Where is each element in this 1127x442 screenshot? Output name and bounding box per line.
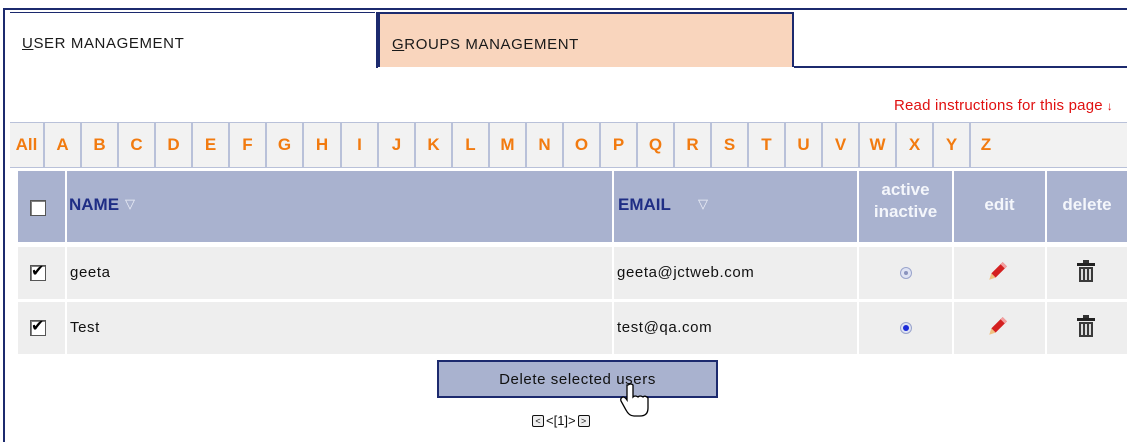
header-edit-cell: edit [954,171,1045,242]
user-name: geeta [70,264,111,281]
pencil-icon[interactable] [986,261,1008,288]
pagination: < <[1]> > [532,413,590,428]
alpha-filter-c[interactable]: C [119,123,156,167]
delete-selected-users-button[interactable]: Delete selected users [437,360,718,398]
check-icon: ✔ [31,318,45,335]
alpha-filter-q[interactable]: Q [638,123,675,167]
email-column-header: EMAIL [618,195,671,214]
user-email: geeta@jctweb.com [617,264,755,281]
sort-arrow-icon: ▽ [698,196,708,211]
tab-groups-label: ROUPS MANAGEMENT [404,36,579,53]
alpha-filter-f[interactable]: F [230,123,267,167]
inactive-column-header: inactive [873,202,938,221]
prev-page-icon[interactable]: < [532,414,544,427]
alpha-filter-w[interactable]: W [860,123,897,167]
status-radio-inactive[interactable] [900,267,912,279]
row-select-checkbox[interactable]: ✔ [30,263,46,281]
read-instructions-link[interactable]: Read instructions for this page ↓ [894,97,1113,114]
alpha-filter-o[interactable]: O [564,123,601,167]
alpha-filter-u[interactable]: U [786,123,823,167]
user-email: test@qa.com [617,319,713,336]
hand-cursor-icon [618,383,654,422]
alpha-filter-l[interactable]: L [453,123,490,167]
alpha-filter-v[interactable]: V [823,123,860,167]
alpha-filter-n[interactable]: N [527,123,564,167]
column-divider [1045,247,1047,354]
header-name-cell[interactable]: NAME ▽ [67,171,612,242]
alpha-filter-g[interactable]: G [267,123,304,167]
next-page-icon[interactable]: > [577,414,590,427]
trash-icon[interactable] [1077,315,1095,342]
alpha-filter-p[interactable]: P [601,123,638,167]
header-select-cell [18,171,65,242]
alphabet-filter-bar: All A B C D E F G H I J K L M N O P Q R S T U V W X Y Z [10,122,1127,168]
alpha-filter-z[interactable]: Z [971,123,1001,167]
edit-column-header: edit [984,195,1015,214]
alpha-filter-y[interactable]: Y [934,123,971,167]
alpha-filter-e[interactable]: E [193,123,230,167]
column-divider [857,247,859,354]
table-row: ✔ Test test@qa.com [18,302,1127,354]
alpha-filter-x[interactable]: X [897,123,934,167]
alpha-filter-s[interactable]: S [712,123,749,167]
check-icon: ✔ [31,263,45,280]
status-radio-active[interactable] [900,322,912,334]
alpha-filter-h[interactable]: H [304,123,342,167]
header-active-cell: active inactive [859,171,952,242]
alpha-filter-a[interactable]: A [45,123,82,167]
delete-column-header: delete [1062,195,1112,214]
header-delete-cell: delete [1047,171,1127,242]
alpha-filter-i[interactable]: I [342,123,379,167]
sort-arrow-icon: ▽ [125,196,135,211]
tab-groups-mnemonic: G [392,36,405,53]
alpha-filter-j[interactable]: J [379,123,416,167]
alpha-filter-all[interactable]: All [10,123,45,167]
tab-user-management[interactable]: USER MANAGEMENT [10,12,375,67]
trash-icon[interactable] [1077,260,1095,287]
table-row: ✔ geeta geeta@jctweb.com [18,247,1127,299]
alpha-filter-t[interactable]: T [749,123,786,167]
alpha-filter-k[interactable]: K [416,123,453,167]
column-divider [952,247,954,354]
page-numbers[interactable]: <[1]> [546,413,576,428]
pencil-icon[interactable] [986,316,1008,343]
header-email-cell[interactable]: EMAIL ▽ [614,171,857,242]
alpha-filter-d[interactable]: D [156,123,193,167]
user-name: Test [70,319,100,336]
alpha-filter-b[interactable]: B [82,123,119,167]
tab-underline [794,66,1127,68]
tab-groups-management[interactable]: GROUPS MANAGEMENT [378,12,794,67]
instructions-label: Read instructions for this page [893,97,1103,114]
name-column-header: NAME [69,195,120,214]
alpha-filter-m[interactable]: M [490,123,527,167]
tab-user-mnemonic: U [22,35,34,52]
alpha-filter-r[interactable]: R [675,123,712,167]
column-divider [612,247,614,354]
row-select-checkbox[interactable]: ✔ [30,318,46,336]
tab-user-label: SER MANAGEMENT [33,35,185,52]
arrow-down-icon: ↓ [1106,99,1113,113]
select-all-checkbox[interactable] [30,200,46,216]
column-divider [65,247,67,354]
active-column-header: active [881,180,930,199]
